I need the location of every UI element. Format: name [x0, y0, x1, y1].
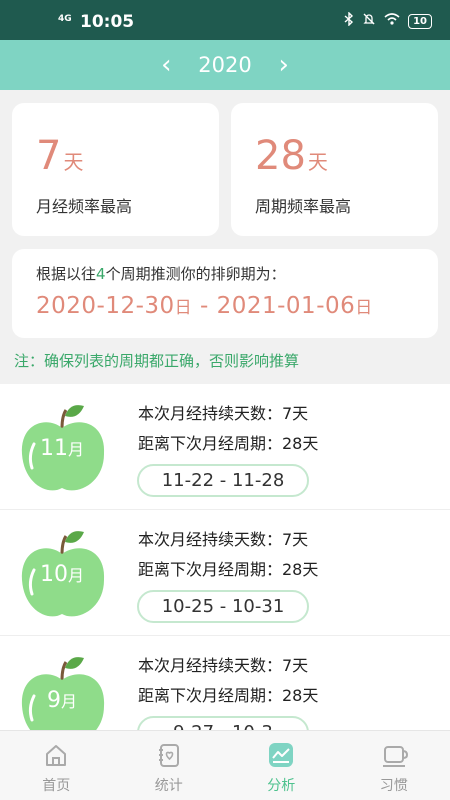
- prev-year-button[interactable]: ‹: [146, 40, 186, 90]
- period-length-card: 7天 月经频率最高: [12, 103, 219, 236]
- list-item[interactable]: 9月 本次月经持续天数：7天 距离下次月经周期：28天 9-27 - 10-3: [0, 636, 450, 730]
- status-bar: 4G 10:05 10: [0, 0, 450, 40]
- status-time: 10:05: [80, 12, 135, 32]
- year-label: 2020: [198, 53, 252, 77]
- period-list[interactable]: 11月 本次月经持续天数：7天 距离下次月经周期：28天 11-22 - 11-…: [0, 384, 450, 730]
- month-apple-badge: 10月: [18, 524, 108, 624]
- tab-stats[interactable]: 统计: [113, 731, 226, 800]
- tab-habit-label: 习惯: [379, 778, 408, 794]
- year-selector: ‹ 2020 ›: [0, 40, 450, 90]
- prediction-description: 根据以往4个周期推测你的排卵期为：: [36, 265, 286, 283]
- battery-indicator: 10: [408, 13, 432, 29]
- period-length-value: 7天: [36, 133, 84, 179]
- date-range-pill[interactable]: 11-22 - 11-28: [137, 464, 309, 497]
- list-item[interactable]: 11月 本次月经持续天数：7天 距离下次月经周期：28天 11-22 - 11-…: [0, 384, 450, 510]
- tab-analysis-label: 分析: [267, 778, 296, 794]
- tab-home[interactable]: 首页: [0, 731, 113, 800]
- cycle-text: 距离下次月经周期：28天: [138, 686, 319, 705]
- next-year-button[interactable]: ›: [264, 40, 304, 90]
- analysis-icon: [269, 743, 294, 767]
- ovulation-date-range: 2020-12-30日 - 2021-01-06日: [36, 293, 373, 319]
- home-icon: [46, 745, 67, 766]
- signal-indicator: 4G: [58, 14, 72, 24]
- duration-text: 本次月经持续天数：7天: [138, 530, 309, 549]
- duration-text: 本次月经持续天数：7天: [138, 656, 309, 675]
- habit-icon: [382, 746, 408, 767]
- status-icons: 10: [344, 11, 432, 30]
- period-length-label: 月经频率最高: [36, 197, 133, 216]
- stats-icon: [158, 744, 179, 767]
- cycle-length-label: 周期频率最高: [255, 197, 352, 216]
- tab-stats-label: 统计: [154, 778, 183, 794]
- bluetooth-icon: [344, 11, 354, 30]
- date-range-pill[interactable]: 10-25 - 10-31: [137, 590, 309, 623]
- cycle-length-value: 28 天: [255, 133, 328, 179]
- ovulation-prediction-card: 根据以往4个周期推测你的排卵期为： 2020-12-30日 - 2021-01-…: [12, 249, 438, 338]
- list-item[interactable]: 10月 本次月经持续天数：7天 距离下次月经周期：28天 10-25 - 10-…: [0, 510, 450, 636]
- mute-icon: [362, 12, 376, 30]
- cycle-text: 距离下次月经周期：28天: [138, 560, 319, 579]
- month-label: 9月: [46, 688, 77, 713]
- cycle-text: 距离下次月经周期：28天: [138, 434, 319, 453]
- wifi-icon: [384, 13, 400, 29]
- cycle-length-card: 28 天 周期频率最高: [231, 103, 438, 236]
- month-label: 11月: [39, 436, 84, 461]
- bottom-tab-bar: 首页 统计 分析 习惯: [0, 730, 450, 800]
- accuracy-note: 注：确保列表的周期都正确，否则影响推算: [14, 352, 300, 370]
- month-apple-badge: 9月: [18, 650, 108, 730]
- month-apple-badge: 11月: [18, 398, 108, 498]
- duration-text: 本次月经持续天数：7天: [138, 404, 309, 423]
- cycle-count: 4: [96, 265, 106, 283]
- date-range-pill[interactable]: 9-27 - 10-3: [137, 716, 309, 730]
- month-label: 10月: [39, 562, 84, 587]
- tab-analysis[interactable]: 分析: [225, 731, 338, 800]
- tab-habit[interactable]: 习惯: [338, 731, 450, 800]
- tab-home-label: 首页: [42, 778, 71, 794]
